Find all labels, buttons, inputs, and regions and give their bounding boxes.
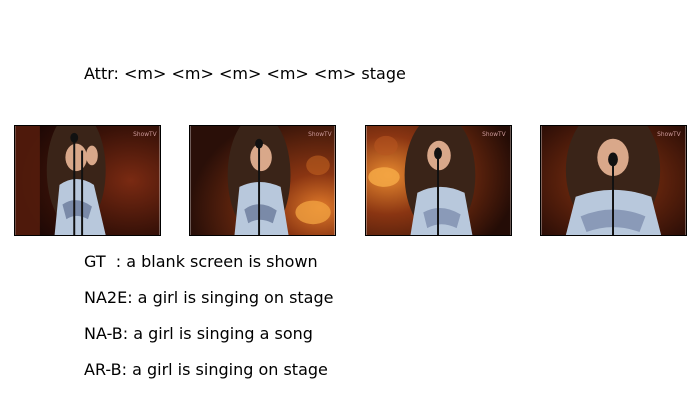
na-b-caption: NA-B: a girl is singing a song <box>84 324 313 343</box>
ar-b-caption: AR-B: a girl is singing on stage <box>84 360 328 379</box>
watermark-text: ShowTV <box>482 132 505 138</box>
video-frame-4: ShowTV <box>540 125 687 236</box>
watermark-text: ShowTV <box>308 132 331 138</box>
video-frame-3: ShowTV <box>365 125 512 236</box>
watermark-text: ShowTV <box>133 132 156 138</box>
singer-frame-image: ShowTV <box>366 126 511 235</box>
attribute-caption: Attr: <m> <m> <m> <m> <m> stage <box>84 64 406 83</box>
na2e-caption: NA2E: a girl is singing on stage <box>84 288 334 307</box>
video-frame-2: ShowTV <box>189 125 336 236</box>
watermark-text: ShowTV <box>657 132 680 138</box>
video-frame-1: ShowTV <box>14 125 161 236</box>
singer-frame-image: ShowTV <box>15 126 160 235</box>
ground-truth-caption: GT : a blank screen is shown <box>84 252 318 271</box>
singer-frame-image: ShowTV <box>541 126 686 235</box>
singer-frame-image: ShowTV <box>190 126 335 235</box>
